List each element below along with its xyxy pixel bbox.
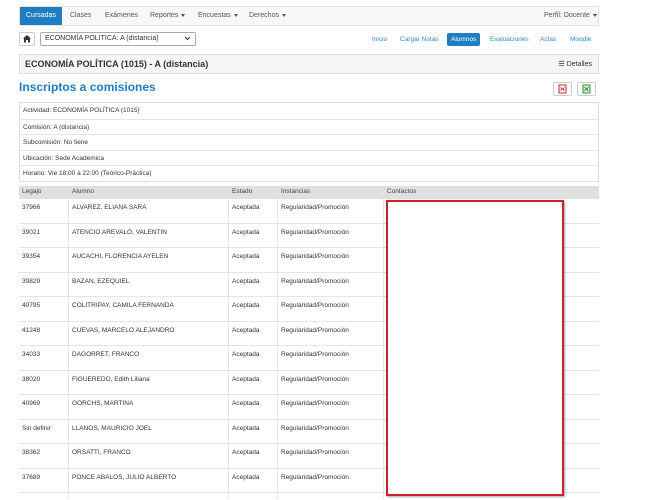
alumno-cell: AUCACHI, FLORENCIA AYELEN: [72, 253, 169, 260]
estado-cell: Aceptada: [232, 228, 260, 236]
instancias-cell: Regularidad/Promoción: [281, 204, 349, 211]
excel-icon: [582, 84, 591, 94]
estado-cell: Aceptada: [232, 400, 260, 407]
estado-cell: Aceptada: [232, 473, 260, 481]
alumno-cell: ORSATTI, FRANCO: [72, 449, 131, 456]
list-icon: ☰: [558, 60, 565, 68]
info-horario: Horario: Vie 18:00 a 22:00 (Teórico-Prác…: [20, 165, 598, 181]
instancias-cell: Regularidad/Promoción: [281, 375, 349, 383]
chevron-down-icon: [233, 13, 238, 17]
instancias-cell: Regularidad/Promoción: [281, 253, 349, 260]
instancias-cell: Regularidad/Promoción: [281, 302, 349, 309]
info-ubicacion: Ubicación: Sede Academica: [20, 149, 598, 166]
alumno-cell: DAGORRET, FRANCO: [72, 351, 140, 358]
section-title: Inscriptos a comisiones: [19, 80, 156, 94]
course-header: ECONOMÍA POLÍTICA (1015) - A (distancia)…: [19, 54, 599, 74]
legajo-cell: 38362: [22, 449, 41, 456]
instancias-cell: Regularidad/Promoción: [281, 449, 349, 456]
main-navbar: Cursadas Clases Exámenes Reportes Encues…: [19, 6, 599, 26]
estado-cell: Aceptada: [232, 375, 260, 383]
chevron-down-icon: [184, 36, 191, 41]
chevron-down-icon: [281, 13, 286, 17]
nav-examenes[interactable]: Exámenes: [105, 7, 138, 25]
legajo-cell: 39021: [22, 228, 41, 236]
chevron-down-icon: [592, 13, 597, 17]
estado-cell: Aceptada: [232, 449, 260, 456]
legajo-cell: 37689: [22, 473, 41, 481]
instancias-cell: Regularidad/Promoción: [281, 424, 349, 432]
instancias-cell: Regularidad/Promoción: [281, 351, 349, 358]
instancias-cell: Regularidad/Promoción: [281, 400, 349, 407]
info-comision: Comisión: A (distancia): [20, 118, 598, 135]
nav-encuestas[interactable]: Encuestas: [198, 7, 238, 25]
tab-evaluaciones[interactable]: Evaluaciones: [490, 33, 529, 46]
table-header: Legajo Alumno Estado Instancias Contacto…: [19, 186, 599, 199]
estado-cell: Aceptada: [232, 253, 260, 260]
pdf-icon: [558, 84, 567, 94]
estado-cell: Aceptada: [232, 424, 260, 432]
estado-cell: Aceptada: [232, 277, 260, 285]
legajo-cell: 39354: [22, 253, 41, 260]
instancias-cell: Regularidad/Promoción: [281, 473, 349, 481]
alumno-cell: GORCHS, MARTINA: [72, 400, 134, 407]
alumno-cell: LLANOS, MAURICIO JOEL: [72, 424, 152, 432]
col-alumno: Alumno: [72, 188, 95, 195]
tab-alumnos[interactable]: Alumnos: [447, 33, 481, 46]
info-actividad: Actividad: ECONOMÍA POLÍTICA (1015): [23, 107, 140, 114]
nav-derechos[interactable]: Derechos: [249, 7, 286, 25]
legajo-cell: 40969: [22, 400, 41, 407]
redacted-contacts-box: [386, 200, 564, 496]
profile-menu[interactable]: Perfil: Docente: [544, 7, 597, 25]
alumno-cell: FIGUEREDO, Edith Liliana: [72, 375, 150, 383]
home-button[interactable]: [19, 32, 35, 46]
instancias-cell: Regularidad/Promoción: [281, 228, 349, 236]
legajo-cell: 39829: [22, 277, 41, 285]
nav-clases[interactable]: Clases: [70, 7, 91, 25]
home-icon: [23, 35, 31, 43]
instancias-cell: Regularidad/Promoción: [281, 326, 349, 334]
nav-reportes[interactable]: Reportes: [150, 7, 186, 25]
page-title: ECONOMÍA POLÍTICA (1015) - A (distancia): [25, 59, 209, 69]
alumno-cell: ALVAREZ, ELIANA SARA: [72, 204, 147, 211]
chevron-down-icon: [181, 13, 186, 17]
estado-cell: Aceptada: [232, 302, 260, 309]
tab-moodle[interactable]: Moodle: [570, 33, 591, 46]
alumno-cell: CUEVAS, MARCELO ALEJANDRO: [72, 326, 175, 334]
tab-inicio[interactable]: Inicio: [372, 33, 387, 46]
course-info-box: Actividad: ECONOMÍA POLÍTICA (1015) Comi…: [19, 102, 599, 182]
export-excel-button[interactable]: [577, 82, 596, 96]
export-pdf-button[interactable]: [553, 82, 572, 96]
legajo-cell: 41248: [22, 326, 41, 334]
details-button[interactable]: ☰ Detalles: [558, 60, 592, 68]
legajo-cell: Sin definir: [22, 424, 51, 432]
estado-cell: Aceptada: [232, 326, 260, 334]
legajo-cell: 38020: [22, 375, 41, 383]
alumno-cell: BAZAN, EZEQUIEL: [72, 277, 130, 285]
col-legajo: Legajo: [22, 188, 42, 195]
col-estado: Estado: [232, 188, 253, 195]
alumno-cell: PONCE ABALOS, JULIO ALBERTO: [72, 473, 177, 481]
legajo-cell: 37966: [22, 204, 41, 211]
legajo-cell: 34033: [22, 351, 41, 358]
col-contactos: Contactos: [387, 188, 417, 195]
col-instancias: Instancias: [281, 188, 311, 195]
alumno-cell: ATENCIO AREVALO, VALENTIN: [72, 228, 167, 236]
legajo-cell: 40795: [22, 302, 41, 309]
tab-cargar-notas[interactable]: Cargar Notas: [400, 33, 439, 46]
tab-actas[interactable]: Actas: [540, 33, 556, 46]
nav-cursadas[interactable]: Cursadas: [20, 7, 62, 25]
instancias-cell: Regularidad/Promoción: [281, 277, 349, 285]
estado-cell: Aceptada: [232, 351, 260, 358]
alumno-cell: COLITRIPAY, CAMILA FERNANDA: [72, 302, 174, 309]
estado-cell: Aceptada: [232, 204, 260, 211]
info-subcomision: Subcomisión: No tiene: [20, 134, 598, 150]
course-select[interactable]: ECONOMÍA POLITICA: A (distancia): [40, 32, 196, 46]
